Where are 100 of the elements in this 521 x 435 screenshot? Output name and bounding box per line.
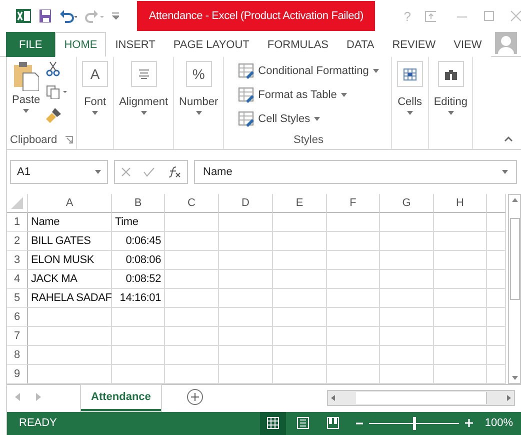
table-cell[interactable]: 0:08:52 bbox=[112, 270, 165, 289]
row-header[interactable]: 6 bbox=[7, 308, 28, 327]
row-header[interactable]: 1 bbox=[7, 212, 28, 232]
table-cell[interactable] bbox=[219, 250, 273, 270]
table-cell[interactable] bbox=[165, 346, 219, 365]
table-cell[interactable] bbox=[165, 364, 219, 384]
row-header[interactable]: 8 bbox=[7, 346, 28, 365]
copy-icon[interactable] bbox=[46, 84, 68, 99]
scroll-down-icon[interactable] bbox=[512, 376, 518, 380]
add-sheet-icon[interactable] bbox=[186, 388, 203, 405]
file-tab[interactable]: FILE bbox=[6, 32, 56, 57]
table-cell[interactable] bbox=[327, 308, 380, 327]
style-command-button[interactable]: Format as Table bbox=[238, 84, 379, 105]
row-header[interactable]: 9 bbox=[7, 364, 28, 384]
table-cell[interactable] bbox=[380, 212, 434, 232]
ribbon-tab[interactable]: HOME bbox=[55, 32, 106, 57]
table-cell[interactable] bbox=[219, 288, 273, 308]
table-cell[interactable] bbox=[273, 250, 327, 270]
undo-icon[interactable] bbox=[59, 9, 78, 24]
table-cell[interactable] bbox=[487, 288, 506, 308]
table-cell[interactable] bbox=[165, 232, 219, 251]
table-cell[interactable] bbox=[165, 212, 219, 232]
group-button[interactable]: A Font bbox=[80, 60, 110, 115]
column-header[interactable]: B bbox=[112, 194, 165, 213]
table-cell[interactable] bbox=[273, 326, 327, 346]
table-cell[interactable] bbox=[165, 250, 219, 270]
column-header[interactable] bbox=[487, 194, 506, 213]
table-cell[interactable] bbox=[380, 270, 434, 289]
row-header[interactable]: 4 bbox=[7, 270, 28, 289]
table-cell[interactable] bbox=[487, 250, 506, 270]
table-cell[interactable] bbox=[487, 308, 506, 327]
row-header[interactable]: 5 bbox=[7, 288, 28, 308]
select-all-icon[interactable] bbox=[11, 196, 23, 209]
horizontal-scrollbar[interactable] bbox=[327, 390, 515, 406]
table-cell[interactable] bbox=[380, 326, 434, 346]
table-cell[interactable]: 0:06:45 bbox=[112, 232, 165, 251]
vertical-scrollbar[interactable] bbox=[508, 194, 521, 384]
maximize-icon[interactable] bbox=[483, 10, 494, 22]
table-cell[interactable]: RAHELA SADAF bbox=[28, 288, 112, 308]
table-cell[interactable]: Name bbox=[28, 212, 112, 232]
dialog-launcher-icon[interactable] bbox=[65, 136, 74, 144]
table-cell[interactable] bbox=[327, 326, 380, 346]
table-cell[interactable] bbox=[273, 364, 327, 384]
column-header[interactable]: E bbox=[273, 194, 327, 213]
group-button[interactable]: Editing bbox=[432, 60, 470, 115]
table-cell[interactable] bbox=[380, 250, 434, 270]
column-header[interactable]: C bbox=[165, 194, 219, 213]
function-icon[interactable] bbox=[167, 166, 181, 178]
scroll-up-icon[interactable] bbox=[512, 198, 518, 202]
table-cell[interactable] bbox=[273, 270, 327, 289]
table-cell[interactable]: JACK MA bbox=[28, 270, 112, 289]
table-cell[interactable] bbox=[112, 308, 165, 327]
table-cell[interactable] bbox=[219, 212, 273, 232]
table-cell[interactable] bbox=[380, 232, 434, 251]
table-cell[interactable] bbox=[380, 308, 434, 327]
table-cell[interactable] bbox=[28, 326, 112, 346]
table-cell[interactable] bbox=[219, 364, 273, 384]
table-cell[interactable] bbox=[273, 232, 327, 251]
table-cell[interactable] bbox=[434, 346, 487, 365]
column-header[interactable]: D bbox=[219, 194, 273, 213]
table-cell[interactable] bbox=[165, 288, 219, 308]
table-cell[interactable] bbox=[273, 308, 327, 327]
table-cell[interactable] bbox=[219, 232, 273, 251]
table-cell[interactable] bbox=[380, 346, 434, 365]
table-cell[interactable] bbox=[327, 346, 380, 365]
table-cell[interactable] bbox=[112, 326, 165, 346]
column-header[interactable]: H bbox=[434, 194, 487, 213]
table-cell[interactable] bbox=[434, 250, 487, 270]
table-cell[interactable] bbox=[434, 288, 487, 308]
normal-view-button[interactable] bbox=[260, 412, 286, 435]
enter-icon[interactable] bbox=[143, 166, 155, 177]
brush-icon[interactable] bbox=[46, 106, 62, 123]
redo-icon[interactable] bbox=[85, 9, 104, 24]
table-cell[interactable] bbox=[434, 270, 487, 289]
group-button[interactable]: Cells bbox=[394, 60, 425, 115]
table-cell[interactable] bbox=[165, 270, 219, 289]
zoom-level[interactable]: 100% bbox=[484, 417, 513, 430]
table-cell[interactable] bbox=[219, 346, 273, 365]
table-cell[interactable] bbox=[487, 364, 506, 384]
table-cell[interactable] bbox=[273, 212, 327, 232]
scroll-right-icon[interactable] bbox=[507, 394, 511, 401]
table-cell[interactable]: Time bbox=[112, 212, 165, 232]
table-cell[interactable] bbox=[165, 308, 219, 327]
zoom-thumb[interactable] bbox=[412, 416, 416, 430]
row-header[interactable]: 7 bbox=[7, 326, 28, 346]
zoom-in-icon[interactable] bbox=[464, 419, 473, 428]
user-avatar[interactable] bbox=[495, 32, 517, 54]
style-command-button[interactable]: Cell Styles bbox=[238, 108, 379, 129]
column-header[interactable]: G bbox=[380, 194, 434, 213]
zoom-out-icon[interactable] bbox=[356, 420, 363, 427]
table-cell[interactable]: 0:08:06 bbox=[112, 250, 165, 270]
row-header[interactable]: 2 bbox=[7, 232, 28, 251]
ribbon-display-icon[interactable] bbox=[425, 10, 436, 22]
scissors-icon[interactable] bbox=[46, 60, 60, 77]
table-cell[interactable] bbox=[434, 232, 487, 251]
save-icon[interactable] bbox=[38, 9, 52, 24]
table-cell[interactable] bbox=[273, 288, 327, 308]
table-cell[interactable] bbox=[327, 232, 380, 251]
table-cell[interactable] bbox=[273, 346, 327, 365]
table-cell[interactable] bbox=[219, 326, 273, 346]
